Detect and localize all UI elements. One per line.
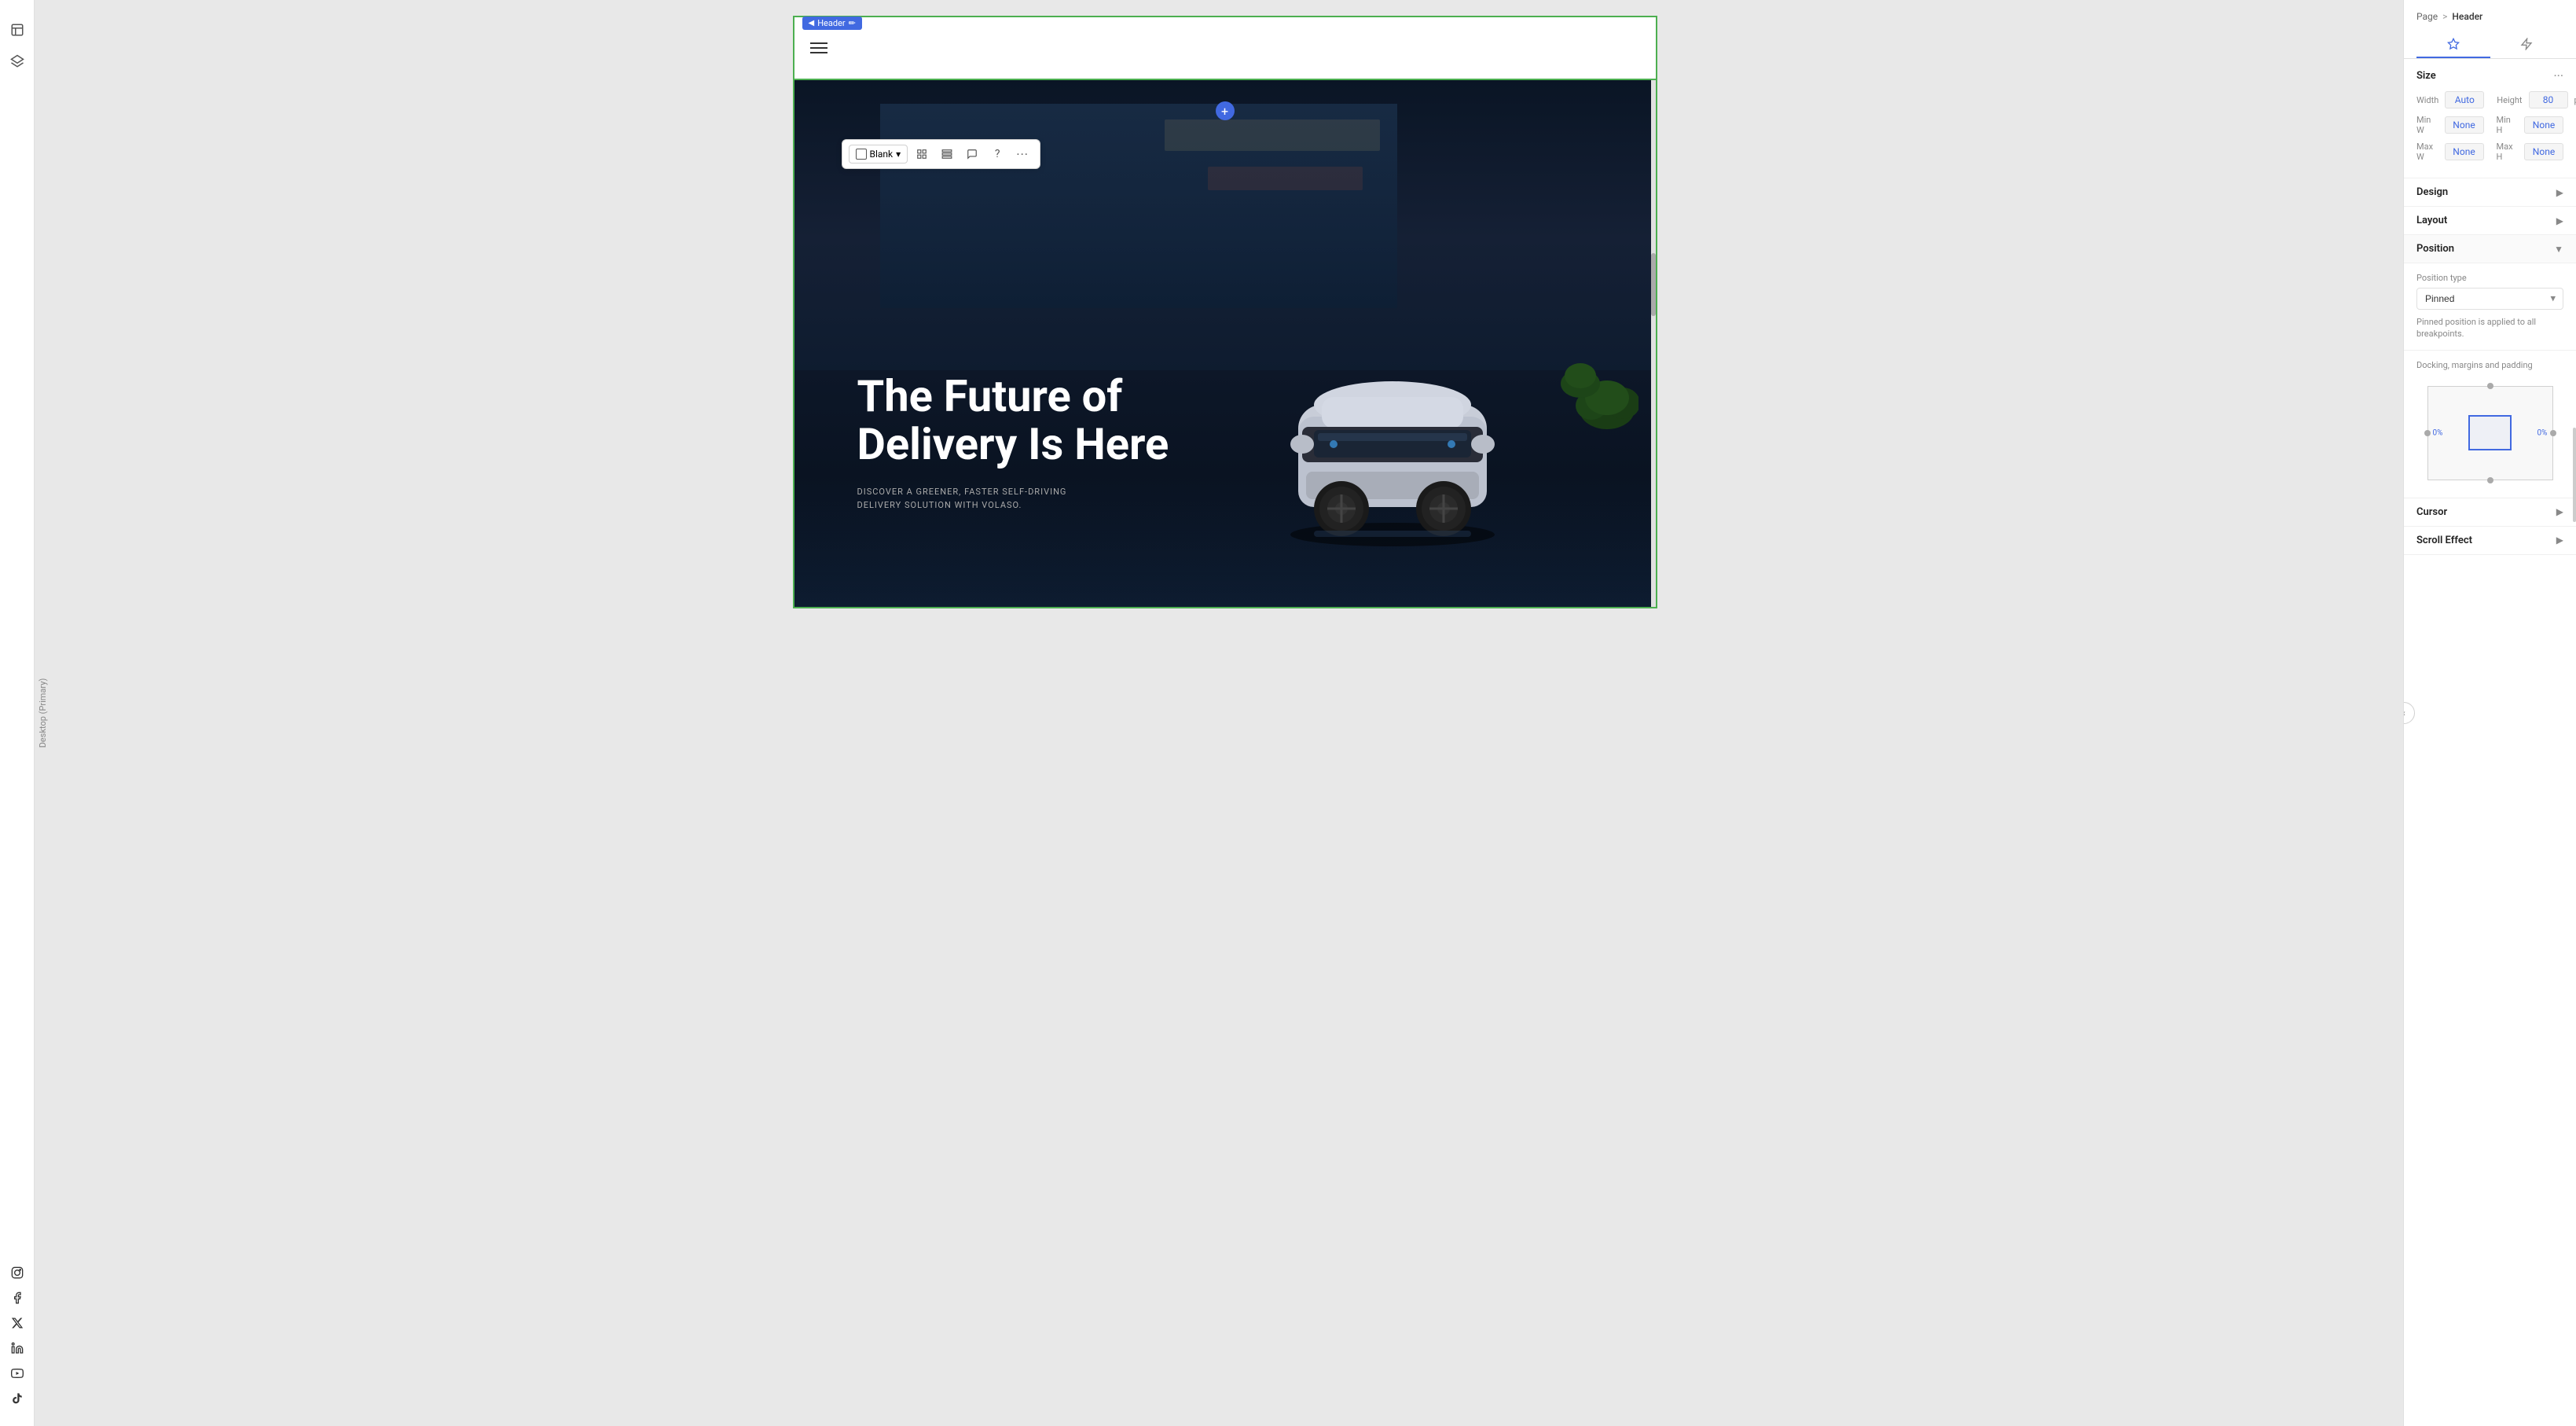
hero-title: The Future of Delivery Is Here — [857, 373, 1169, 469]
docking-handle-right[interactable] — [2550, 430, 2556, 436]
docking-title: Docking, margins and padding — [2416, 360, 2563, 370]
hero-subtitle: DISCOVER A GREENER, FASTER SELF-DRIVING … — [857, 485, 1169, 513]
docking-handle-left[interactable] — [2424, 430, 2431, 436]
design-label: Design — [2416, 186, 2448, 198]
social-facebook[interactable] — [9, 1289, 26, 1307]
size-maxw-row: Max W None Max H None — [2416, 141, 2563, 162]
maxw-label: Max W — [2416, 141, 2438, 162]
left-sidebar — [0, 0, 35, 1426]
delivery-robot — [1259, 334, 1526, 554]
element-toolbar: Blank ▾ — [842, 139, 1041, 169]
sidebar-layers-icon[interactable] — [3, 47, 31, 75]
position-select-wrapper: Pinned — [2416, 288, 2563, 310]
social-instagram[interactable] — [9, 1264, 26, 1281]
canvas-scrollbar[interactable] — [1651, 17, 1656, 607]
social-tiktok[interactable] — [9, 1390, 26, 1407]
add-section-btn[interactable]: + — [1216, 101, 1235, 120]
cursor-section-row[interactable]: Cursor ▶ — [2404, 498, 2576, 527]
social-youtube[interactable] — [9, 1365, 26, 1382]
collapse-panel-btn[interactable]: ‹ — [2403, 702, 2415, 724]
scroll-effect-label: Scroll Effect — [2416, 535, 2472, 546]
maxh-label: Max H — [2497, 141, 2519, 162]
sidebar-top-section — [0, 9, 34, 82]
position-label: Position — [2416, 243, 2454, 255]
position-type-label: Position type — [2416, 273, 2563, 283]
size-minw-row: Min W None Min H None — [2416, 115, 2563, 135]
position-arrow: ▼ — [2554, 244, 2563, 255]
maxh-value[interactable]: None — [2524, 143, 2563, 160]
design-arrow: ▶ — [2556, 187, 2563, 198]
breadcrumb-separator: > — [2442, 11, 2447, 22]
docking-inner-element — [2468, 415, 2512, 450]
width-value[interactable]: Auto — [2445, 91, 2484, 108]
header-badge[interactable]: ◀ Header ✏ — [802, 17, 862, 30]
size-section: Size ··· Width Auto Height 80 px Min W N… — [2404, 59, 2576, 178]
social-linkedin[interactable] — [9, 1340, 26, 1357]
cursor-arrow: ▶ — [2556, 506, 2563, 517]
sidebar-pages-icon[interactable] — [3, 16, 31, 44]
height-value[interactable]: 80 — [2529, 91, 2568, 108]
header-badge-label: Header — [817, 18, 845, 28]
layout-section-row[interactable]: Layout ▶ — [2404, 207, 2576, 235]
page-canvas: ◀ Header ✏ + Blank ▾ — [793, 16, 1657, 608]
size-title: Size — [2416, 70, 2436, 82]
design-section-row[interactable]: Design ▶ — [2404, 178, 2576, 207]
tab-design[interactable] — [2416, 31, 2490, 58]
breadcrumb-parent[interactable]: Page — [2416, 11, 2438, 22]
canvas-area: Desktop (Primary) ◀ Header ✏ + — [35, 0, 2403, 1426]
position-section: Position type Pinned Pinned position is … — [2404, 263, 2576, 351]
element-type-select[interactable]: Blank ▾ — [849, 145, 908, 164]
minw-value[interactable]: None — [2445, 116, 2484, 134]
hero-text: The Future of Delivery Is Here DISCOVER … — [857, 373, 1169, 513]
help-btn[interactable]: ? — [986, 143, 1008, 165]
layout-label: Layout — [2416, 215, 2447, 226]
breadcrumb: Page > Header — [2416, 11, 2563, 22]
docking-section: Docking, margins and padding 0% 0% — [2404, 351, 2576, 498]
panel-scrollbar-thumb[interactable] — [2573, 428, 2576, 522]
position-note: Pinned position is applied to all breakp… — [2416, 316, 2563, 340]
hamburger-menu[interactable] — [810, 42, 827, 53]
element-type-label: Blank — [870, 149, 894, 160]
size-more-btn[interactable]: ··· — [2553, 68, 2563, 83]
layout-btn[interactable] — [936, 143, 958, 165]
size-width-row: Width Auto Height 80 px — [2416, 91, 2563, 108]
hero-subtitle-line1: DISCOVER A GREENER, FASTER SELF-DRIVING — [857, 485, 1169, 499]
hero-subtitle-line2: DELIVERY SOLUTION WITH VOLASO. — [857, 498, 1169, 513]
panel-header: Page > Header — [2404, 0, 2576, 59]
header-badge-edit[interactable]: ✏ — [849, 18, 856, 28]
breadcrumb-current: Header — [2452, 11, 2482, 22]
hero-title-line1: The Future of — [857, 373, 1169, 421]
chat-btn[interactable] — [961, 143, 983, 165]
hero-title-line2: Delivery Is Here — [857, 421, 1169, 469]
social-twitter-x[interactable] — [9, 1314, 26, 1332]
minh-value[interactable]: None — [2524, 116, 2563, 134]
scroll-effect-section-row[interactable]: Scroll Effect ▶ — [2404, 527, 2576, 555]
more-options-btn[interactable]: ··· — [1011, 143, 1033, 165]
docking-handle-top[interactable] — [2487, 383, 2493, 389]
minw-label: Min W — [2416, 115, 2438, 135]
grid-view-btn[interactable] — [911, 143, 933, 165]
maxw-value[interactable]: None — [2445, 143, 2484, 160]
docking-right-value: 0% — [2537, 428, 2548, 437]
panel-scrollbar[interactable] — [2573, 0, 2576, 1426]
canvas-scrollbar-thumb[interactable] — [1651, 253, 1656, 316]
scroll-effect-arrow: ▶ — [2556, 535, 2563, 546]
canvas-scroll[interactable]: ◀ Header ✏ + Blank ▾ — [35, 0, 2403, 1426]
panel-tabs — [2416, 31, 2563, 58]
dropdown-arrow: ▾ — [896, 149, 901, 160]
docking-left-value: 0% — [2433, 428, 2443, 437]
minh-label: Min H — [2497, 115, 2519, 135]
right-panel: ‹ Page > Header Size ··· — [2403, 0, 2576, 1426]
size-header: Size ··· — [2416, 68, 2563, 83]
docking-handle-bottom[interactable] — [2487, 477, 2493, 483]
position-section-row[interactable]: Position ▼ — [2404, 235, 2576, 263]
layout-arrow: ▶ — [2556, 215, 2563, 226]
height-label: Height — [2497, 95, 2522, 105]
header-element[interactable]: ◀ Header ✏ — [794, 17, 1656, 80]
cursor-label: Cursor — [2416, 506, 2447, 518]
tab-lightning[interactable] — [2490, 31, 2564, 58]
position-type-select[interactable]: Pinned — [2416, 288, 2563, 310]
width-label: Width — [2416, 95, 2438, 105]
docking-diagram: 0% 0% — [2416, 378, 2563, 488]
